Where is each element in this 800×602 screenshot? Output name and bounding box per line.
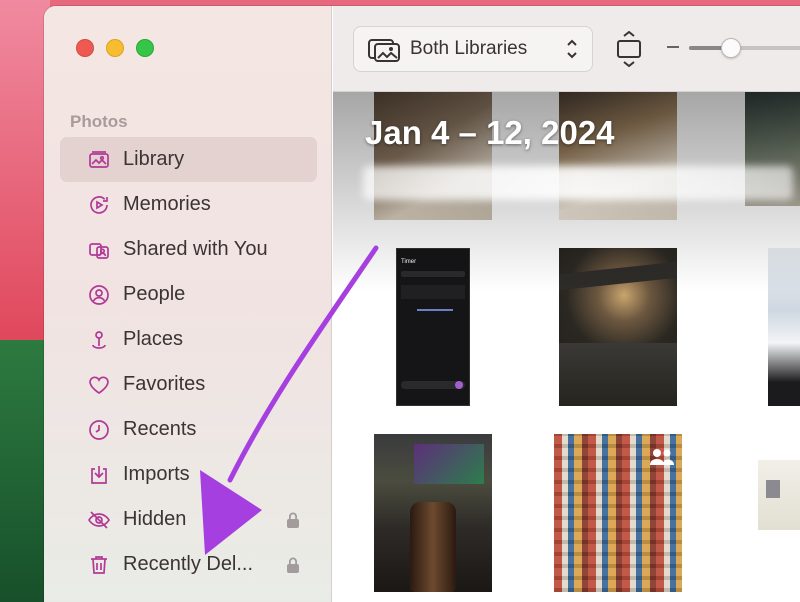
sidebar-item-label: Imports <box>123 463 190 485</box>
sidebar-item-favorites[interactable]: Favorites <box>60 362 317 407</box>
zoom-slider[interactable] <box>689 38 800 58</box>
memories-icon <box>86 192 112 218</box>
minimize-button[interactable] <box>106 39 124 57</box>
sidebar-item-memories[interactable]: Memories <box>60 182 317 227</box>
desktop-background-lower <box>0 340 50 602</box>
library-select-label: Both Libraries <box>410 38 528 59</box>
sidebar-item-label: Shared with You <box>123 238 268 260</box>
sidebar-item-label: Library <box>123 148 185 170</box>
fit-aspect-button[interactable] <box>615 31 643 67</box>
date-heading: Jan 4 – 12, 2024 <box>365 114 615 151</box>
sidebar-item-label: Places <box>123 328 184 350</box>
sidebar: Photos Library Memories Shared with You <box>44 6 332 602</box>
photos-window: Photos Library Memories Shared with You <box>44 6 800 602</box>
sidebar-item-shared-with-you[interactable]: Shared with You <box>60 227 317 272</box>
clock-icon <box>86 417 112 443</box>
blurred-location-text <box>363 166 793 200</box>
sidebar-item-label: Memories <box>123 193 211 215</box>
library-icon <box>86 147 112 173</box>
shared-people-icon <box>649 447 675 467</box>
trash-icon <box>86 552 112 578</box>
lock-icon <box>285 511 301 529</box>
lock-icon <box>285 556 301 574</box>
library-select[interactable]: Both Libraries <box>353 26 593 72</box>
eye-slash-icon <box>86 507 112 533</box>
photo-thumbnail[interactable] <box>374 434 492 592</box>
close-button[interactable] <box>76 39 94 57</box>
library-icon <box>368 39 400 62</box>
heart-icon <box>86 372 112 398</box>
sidebar-item-label: Favorites <box>123 373 206 395</box>
sidebar-item-people[interactable]: People <box>60 272 317 317</box>
sidebar-item-library[interactable]: Library <box>60 137 317 182</box>
sidebar-item-recently-deleted[interactable]: Recently Del... <box>60 542 317 587</box>
import-icon <box>86 462 112 488</box>
people-icon <box>86 282 112 308</box>
sidebar-item-recents[interactable]: Recents <box>60 407 317 452</box>
zoom-slider-knob[interactable] <box>721 38 741 58</box>
window-controls <box>76 39 154 57</box>
shared-with-you-icon <box>86 237 112 263</box>
sidebar-item-imports[interactable]: Imports <box>60 452 317 497</box>
sidebar-item-label: Recently Del... <box>123 553 254 575</box>
desktop-background <box>0 0 50 340</box>
photo-grid-pane: Timer <box>333 6 800 602</box>
toolbar: Both Libraries <box>333 6 800 92</box>
sidebar-item-label: Hidden <box>123 508 187 530</box>
sidebar-item-label: People <box>123 283 186 305</box>
photo-thumbnail[interactable] <box>758 460 800 530</box>
sidebar-nav: Library Memories Shared with You People <box>60 137 317 587</box>
sidebar-section-label: Photos <box>70 112 128 131</box>
sidebar-item-label: Recents <box>123 418 197 440</box>
sidebar-item-hidden[interactable]: Hidden <box>60 497 317 542</box>
chevron-updown-icon <box>567 39 577 59</box>
zoom-out-icon[interactable] <box>667 46 679 48</box>
sidebar-item-places[interactable]: Places <box>60 317 317 362</box>
places-icon <box>86 327 112 353</box>
zoom-button[interactable] <box>136 39 154 57</box>
